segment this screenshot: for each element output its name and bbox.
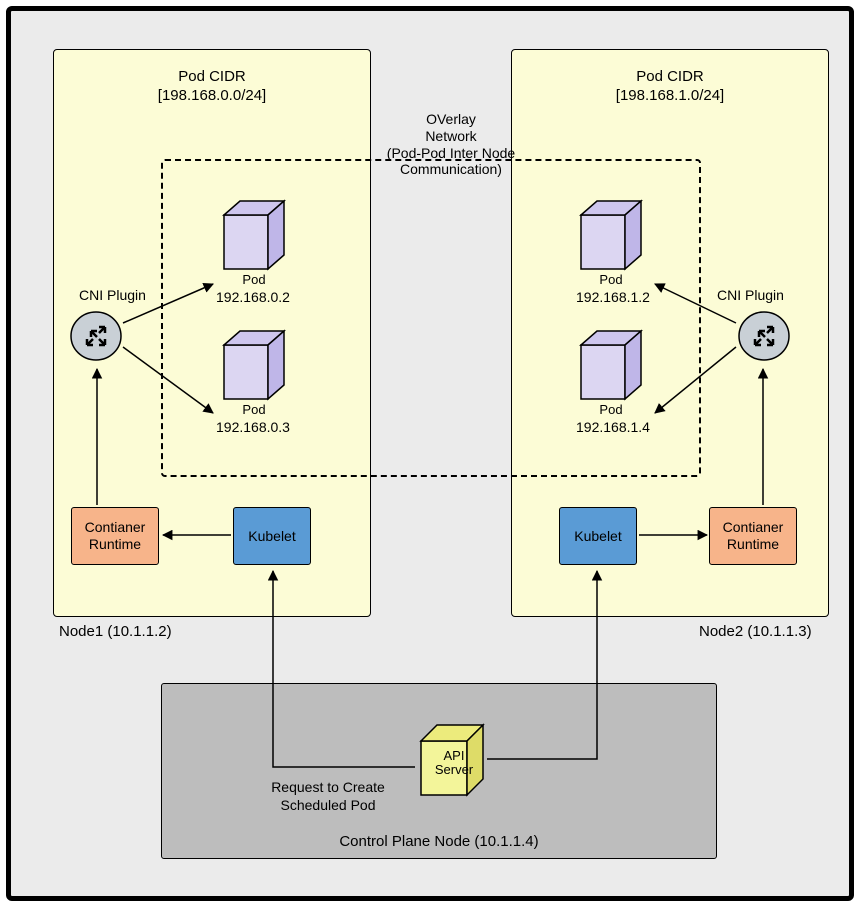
node1-pod-b-label: Pod (218, 402, 290, 417)
node1-cidr-title: Pod CIDR (54, 68, 370, 87)
node1-caption: Node1 (10.1.1.2) (59, 623, 172, 640)
node1-container-runtime: Contianer Runtime (71, 507, 159, 565)
node1-cni-label: CNI Plugin (79, 287, 146, 303)
node2-caption: Node2 (10.1.1.3) (699, 623, 812, 640)
node2-pod-b-label: Pod (575, 402, 647, 417)
node1-cidr: Pod CIDR [198.168.0.0/24] (54, 68, 370, 106)
node1-pod-a: Pod (218, 195, 290, 273)
request-label: Request to Create Scheduled Pod (243, 779, 413, 814)
overlay-line2: Network (351, 128, 551, 145)
node2-cidr: Pod CIDR [198.168.1.0/24] (512, 68, 828, 106)
overlay-line1: OVerlay (351, 111, 551, 128)
node2-kubelet: Kubelet (559, 507, 637, 565)
diagram-frame: Pod CIDR [198.168.0.0/24] Pod CIDR [198.… (6, 6, 854, 901)
node2-pod-b-ip: 192.168.1.4 (576, 419, 650, 435)
api-server-label: API Server (430, 749, 478, 778)
node2-pod-a-label: Pod (575, 272, 647, 287)
node2-container-runtime: Contianer Runtime (709, 507, 797, 565)
node2-pod-a-ip: 192.168.1.2 (576, 289, 650, 305)
node1-pod-b: Pod (218, 325, 290, 403)
node2-pod-a: Pod (575, 195, 647, 273)
node2-pod-b: Pod (575, 325, 647, 403)
node1-cidr-range: [198.168.0.0/24] (54, 87, 370, 106)
node2-router-icon (737, 309, 791, 363)
node2-cidr-title: Pod CIDR (512, 68, 828, 87)
control-plane-caption: Control Plane Node (10.1.1.4) (162, 833, 716, 850)
node1-pod-b-ip: 192.168.0.3 (216, 419, 290, 435)
node1-pod-a-label: Pod (218, 272, 290, 287)
node2-cni-label: CNI Plugin (717, 287, 784, 303)
node1-router-icon (69, 309, 123, 363)
node1-pod-a-ip: 192.168.0.2 (216, 289, 290, 305)
node2-cidr-range: [198.168.1.0/24] (512, 87, 828, 106)
node1-kubelet: Kubelet (233, 507, 311, 565)
